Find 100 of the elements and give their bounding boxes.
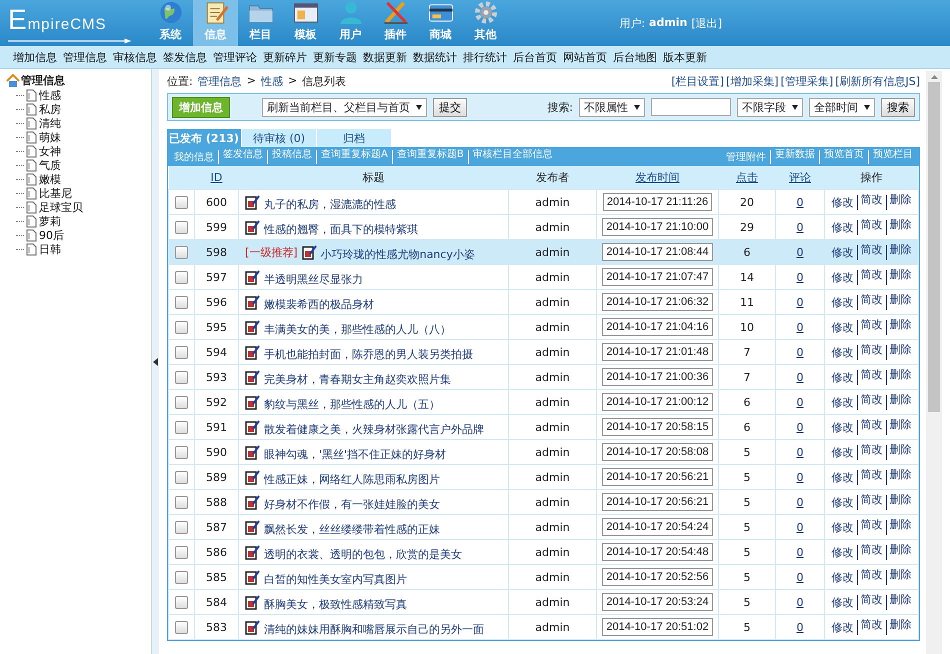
tree-item[interactable]: 足球宝贝 [39,200,83,214]
menu-item[interactable]: 签发信息 [160,50,210,64]
row-action-link[interactable]: 简改 [856,294,886,310]
menu-item[interactable]: 数据更新 [360,50,410,64]
nav-tab[interactable]: 模板 [283,0,328,46]
tree-item[interactable]: 女神 [39,144,61,158]
breadcrumb-link[interactable]: 性感 [260,74,283,88]
menu-item[interactable]: 更新专题 [310,50,360,64]
row-action-link[interactable]: 简改 [856,220,886,234]
tree-root[interactable]: 管理信息 [21,73,65,88]
action-link[interactable]: [栏目设置] [671,74,724,88]
row-action-link[interactable]: 修改 [828,344,856,360]
scroll-up-icon[interactable] [930,75,938,79]
row-action-link[interactable]: 修改 [828,294,856,310]
comments-link[interactable]: 0 [796,496,804,508]
row-action-link[interactable]: 删除 [886,520,914,534]
row-action-link[interactable]: 删除 [886,244,914,260]
row-checkbox[interactable] [175,520,188,534]
row-action-link[interactable]: 简改 [856,270,886,284]
row-checkbox[interactable] [175,470,188,484]
column-header-link[interactable]: ID [210,171,222,184]
submit-button[interactable]: 提交 [433,98,467,116]
row-action-link[interactable]: 简改 [856,394,886,410]
comments-link[interactable]: 0 [796,246,804,258]
nav-tab[interactable]: 栏目 [238,0,283,46]
comments-link[interactable]: 0 [796,396,804,408]
row-checkbox[interactable] [175,296,188,309]
comments-link[interactable]: 0 [796,620,804,634]
row-checkbox[interactable] [175,420,188,434]
comments-link[interactable]: 0 [796,470,804,484]
row-checkbox[interactable] [175,596,188,609]
breadcrumb-link[interactable]: 管理信息 [198,74,242,88]
tree-item[interactable]: 日韩 [39,242,61,256]
tree-item[interactable]: 清纯 [39,116,61,130]
row-action-link[interactable]: 修改 [828,394,856,410]
tab[interactable]: 待审核 (0) [242,129,316,147]
row-checkbox[interactable] [175,346,188,359]
tree-item[interactable]: 私房 [39,102,61,116]
row-action-link[interactable]: 删除 [886,344,914,360]
comments-link[interactable]: 0 [796,270,804,284]
comments-link[interactable]: 0 [796,320,804,334]
search-field[interactable] [651,98,731,116]
row-action-link[interactable]: 修改 [828,544,856,560]
row-action-link[interactable]: 修改 [828,570,856,584]
tree-item[interactable]: 气质 [39,158,61,172]
row-checkbox[interactable] [175,570,188,584]
row-checkbox[interactable] [175,496,188,509]
row-checkbox[interactable] [175,446,188,459]
row-checkbox[interactable] [175,320,188,334]
row-action-link[interactable]: 修改 [828,494,856,510]
row-action-link[interactable]: 简改 [856,370,886,384]
row-action-link[interactable]: 删除 [886,444,914,460]
comments-link[interactable]: 0 [796,546,804,558]
refresh-select[interactable]: 刷新当前栏目、父栏目与首页 [262,98,427,116]
comments-link[interactable]: 0 [796,520,804,534]
row-checkbox[interactable] [175,546,188,559]
time-select[interactable]: 全部时间 [809,98,875,116]
column-header-link[interactable]: 发布时间 [636,171,680,184]
row-action-link[interactable]: 简改 [856,470,886,484]
edit-icon[interactable] [245,194,260,210]
row-checkbox[interactable] [175,220,188,234]
row-action-link[interactable]: 简改 [856,420,886,434]
row-action-link[interactable]: 删除 [886,620,914,634]
row-action-link[interactable]: 修改 [828,470,856,484]
edit-icon[interactable] [245,270,260,284]
search-button[interactable]: 搜索 [881,98,915,116]
row-action-link[interactable]: 简改 [856,494,886,510]
comments-link[interactable]: 0 [796,296,804,308]
edit-icon[interactable] [245,494,260,510]
menu-item[interactable]: 网站首页 [560,50,610,64]
comments-link[interactable]: 0 [796,196,804,208]
row-action-link[interactable]: 简改 [856,194,886,210]
row-action-link[interactable]: 简改 [856,544,886,560]
row-action-link[interactable]: 修改 [828,194,856,210]
nav-tab[interactable]: 插件 [373,0,418,46]
row-checkbox[interactable] [175,246,188,259]
scrollbar[interactable] [926,71,942,654]
row-checkbox[interactable] [175,270,188,284]
row-action-link[interactable]: 修改 [828,370,856,384]
menu-item[interactable]: 增加信息 [10,50,60,64]
row-action-link[interactable]: 简改 [856,570,886,584]
nav-tab[interactable]: 系统 [148,0,193,46]
menu-item[interactable]: 数据统计 [410,50,460,64]
row-action-link[interactable]: 删除 [886,544,914,560]
row-action-link[interactable]: 简改 [856,444,886,460]
action-link[interactable]: [管理采集] [780,74,834,88]
row-action-link[interactable]: 修改 [828,594,856,610]
edit-icon[interactable] [245,520,260,534]
edit-icon[interactable] [245,594,260,610]
comments-link[interactable]: 0 [796,446,804,458]
tree-item[interactable]: 萌妹 [39,130,61,144]
comments-link[interactable]: 0 [796,370,804,384]
tree-item[interactable]: 嫩模 [39,172,61,186]
row-action-link[interactable]: 删除 [886,494,914,510]
tab[interactable]: 归档 [317,129,391,147]
row-action-link[interactable]: 删除 [886,270,914,284]
row-checkbox[interactable] [175,196,188,209]
nav-tab[interactable]: 其他 [463,0,508,46]
menu-item[interactable]: 管理评论 [210,50,260,64]
row-action-link[interactable]: 修改 [828,620,856,634]
